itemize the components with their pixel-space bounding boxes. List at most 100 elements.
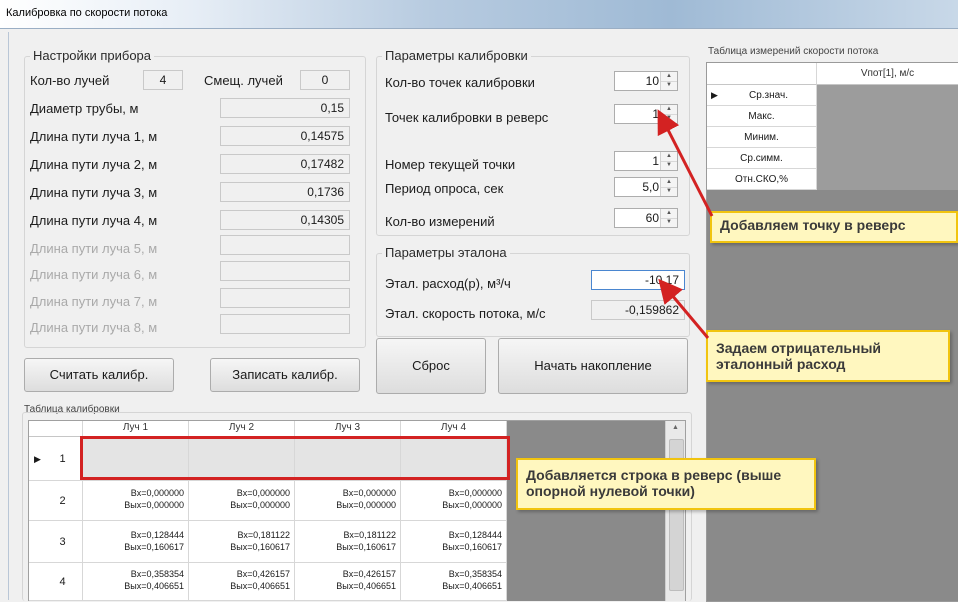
cell-out: Вых=0,160617	[442, 542, 502, 552]
cell-in: Вх=0,358354	[130, 569, 184, 579]
path-length-field-6	[220, 261, 350, 281]
calib-row-number: 3	[29, 521, 83, 563]
cell-out: Вых=0,160617	[124, 542, 184, 552]
cell-out: Вых=0,000000	[442, 500, 502, 510]
measure-table-corner	[707, 63, 817, 85]
measure-row-label: Ср.симм.	[707, 148, 817, 169]
measure-row-label: ▶ Ср.знач.	[707, 85, 817, 106]
measurements-value: 60	[645, 211, 659, 225]
measure-table-title: Таблица измерений скорости потока	[708, 46, 879, 57]
path-length-field-1[interactable]: 0,14575	[220, 126, 350, 146]
note-negative-flow: Задаем отрицательный эталонный расход	[706, 330, 950, 382]
poll-period-stepper[interactable]: 5,0 ▲ ▼	[614, 177, 678, 197]
reverse-points-value: 1	[652, 107, 659, 121]
beam-offset-label: Смещ. лучей	[204, 73, 283, 88]
pipe-diameter-label: Диаметр трубы, м	[30, 101, 139, 116]
calib-row-number: 4	[29, 563, 83, 601]
cell-out: Вых=0,000000	[230, 500, 290, 510]
row-num: 4	[59, 576, 66, 588]
stepper-down-icon[interactable]: ▼	[661, 81, 677, 90]
reference-speed-field: -0,159862	[591, 300, 685, 320]
calib-cell[interactable]: Вх=0,181122 Вых=0,160617	[189, 521, 295, 563]
cell-in: Вх=0,181122	[343, 530, 396, 540]
beam-count-label: Кол-во лучей	[30, 73, 110, 88]
current-point-stepper[interactable]: 1 ▲ ▼	[614, 151, 678, 171]
path-length-field-4[interactable]: 0,14305	[220, 210, 350, 230]
points-stepper[interactable]: 10 ▲ ▼	[614, 71, 678, 91]
row-pointer-icon: ▶	[711, 90, 718, 100]
poll-period-label: Период опроса, сек	[385, 181, 504, 196]
calib-table-empty-area	[507, 421, 665, 601]
cell-in: Вх=0,426157	[342, 569, 396, 579]
beam-offset-field[interactable]: 0	[300, 70, 350, 90]
calibration-params-title: Параметры калибровки	[382, 48, 531, 63]
path-length-label-3: Длина пути луча 3, м	[30, 185, 158, 200]
cell-in: Вх=0,128444	[448, 530, 502, 540]
calib-col-header: Луч 1	[83, 421, 189, 437]
calib-table-scrollbar[interactable]: ▲	[665, 421, 685, 601]
calib-cell[interactable]: Вх=0,426157 Вых=0,406651	[189, 563, 295, 601]
path-length-field-3[interactable]: 0,1736	[220, 182, 350, 202]
stepper-down-icon[interactable]: ▼	[661, 218, 677, 227]
stepper-down-icon[interactable]: ▼	[661, 161, 677, 170]
reference-flow-label: Этал. расход(р), м³/ч	[385, 276, 511, 291]
calib-cell[interactable]: Вх=0,000000 Вых=0,000000	[83, 481, 189, 521]
cell-in: Вх=0,000000	[130, 488, 184, 498]
pipe-diameter-field[interactable]: 0,15	[220, 98, 350, 118]
cell-out: Вых=0,406651	[336, 581, 396, 591]
cell-out: Вых=0,000000	[336, 500, 396, 510]
cell-out: Вых=0,160617	[336, 542, 396, 552]
new-row-highlight	[80, 436, 510, 480]
row-pointer-icon: ▶	[34, 454, 41, 464]
path-length-field-8	[220, 314, 350, 334]
cell-in: Вх=0,426157	[236, 569, 290, 579]
calib-cell[interactable]: Вх=0,000000 Вых=0,000000	[295, 481, 401, 521]
cell-out: Вых=0,000000	[124, 500, 184, 510]
window-title: Калибровка по скорости потока	[6, 7, 168, 19]
calib-cell[interactable]: Вх=0,426157 Вых=0,406651	[295, 563, 401, 601]
write-calibration-button[interactable]: Записать калибр.	[210, 358, 360, 392]
window-titlebar: Калибровка по скорости потока	[0, 0, 958, 29]
current-point-label: Номер текущей точки	[385, 157, 516, 172]
measure-row-label: Макс.	[707, 106, 817, 127]
calib-col-header: Луч 3	[295, 421, 401, 437]
start-accumulation-button[interactable]: Начать накопление	[498, 338, 688, 394]
path-length-label-8: Длина пути луча 8, м	[30, 320, 158, 335]
calib-cell[interactable]: Вх=0,000000 Вых=0,000000	[401, 481, 507, 521]
calib-row-number: ▶ 1	[29, 437, 83, 481]
calib-row-number: 2	[29, 481, 83, 521]
reverse-points-stepper[interactable]: 1 ▲ ▼	[614, 104, 678, 124]
path-length-field-5	[220, 235, 350, 255]
beam-count-field[interactable]: 4	[143, 70, 183, 90]
measure-row-text: Отн.СКО,%	[734, 174, 789, 185]
calib-cell[interactable]: Вх=0,358354 Вых=0,406651	[83, 563, 189, 601]
calib-cell[interactable]: Вх=0,181122 Вых=0,160617	[295, 521, 401, 563]
points-value: 10	[645, 74, 659, 88]
path-length-field-2[interactable]: 0,17482	[220, 154, 350, 174]
reset-button[interactable]: Сброс	[376, 338, 486, 394]
scroll-up-icon[interactable]: ▲	[672, 424, 679, 431]
calib-col-header: Луч 2	[189, 421, 295, 437]
calib-cell[interactable]: Вх=0,128444 Вых=0,160617	[401, 521, 507, 563]
cell-in: Вх=0,000000	[236, 488, 290, 498]
calib-cell[interactable]: Вх=0,000000 Вых=0,000000	[189, 481, 295, 521]
calib-cell[interactable]: Вх=0,128444 Вых=0,160617	[83, 521, 189, 563]
stepper-down-icon[interactable]: ▼	[661, 114, 677, 123]
cell-in: Вх=0,000000	[448, 488, 502, 498]
cell-in: Вх=0,358354	[448, 569, 502, 579]
stepper-down-icon[interactable]: ▼	[661, 187, 677, 196]
measure-row-text: Миним.	[744, 132, 779, 143]
read-calibration-button[interactable]: Считать калибр.	[24, 358, 174, 392]
reference-flow-input[interactable]: -10,17	[591, 270, 685, 290]
calib-cell[interactable]: Вх=0,358354 Вых=0,406651	[401, 563, 507, 601]
reference-params-title: Параметры эталона	[382, 245, 510, 260]
path-length-label-6: Длина пути луча 6, м	[30, 267, 158, 282]
current-point-value: 1	[652, 154, 659, 168]
measure-row-text: Макс.	[748, 111, 775, 122]
cell-in: Вх=0,128444	[130, 530, 184, 540]
device-settings-title: Настройки прибора	[30, 48, 155, 63]
reference-speed-label: Этал. скорость потока, м/с	[385, 306, 546, 321]
cell-in: Вх=0,000000	[342, 488, 396, 498]
measurements-stepper[interactable]: 60 ▲ ▼	[614, 208, 678, 228]
measure-row-label: Отн.СКО,%	[707, 169, 817, 190]
